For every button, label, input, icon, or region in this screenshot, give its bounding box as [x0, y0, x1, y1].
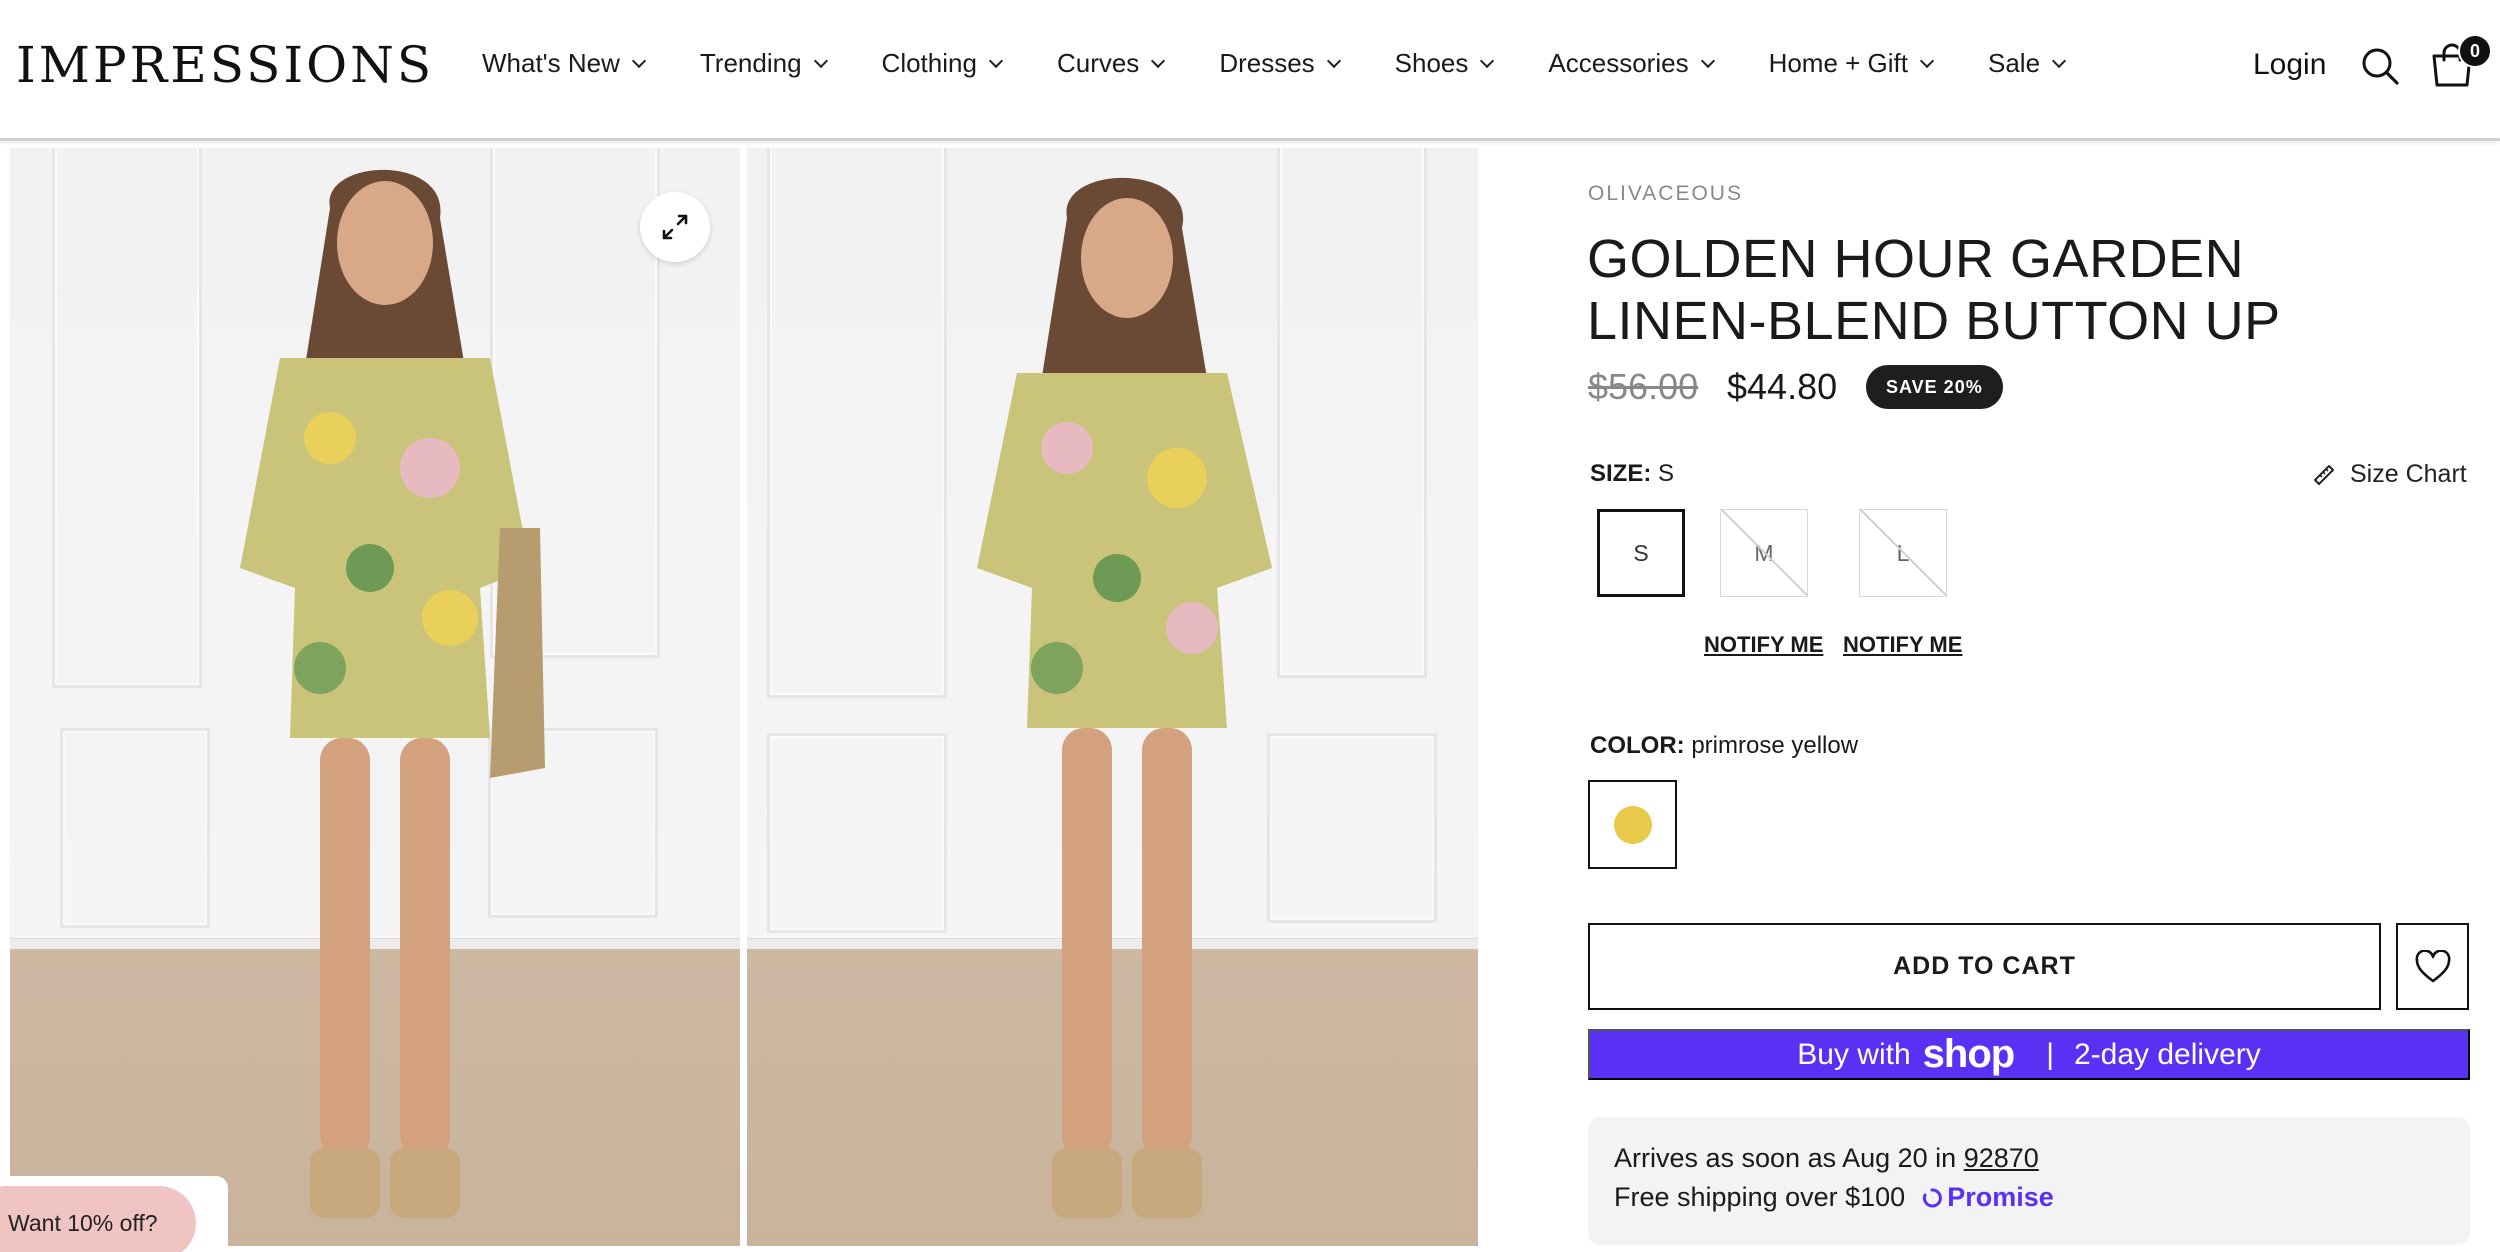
chevron-down-icon: [1151, 53, 1166, 68]
product-photo-front[interactable]: [10, 148, 740, 1246]
add-to-cart-button[interactable]: ADD TO CART: [1588, 923, 2381, 1010]
promise-badge[interactable]: Promise: [1921, 1182, 2054, 1213]
expand-image-button[interactable]: [640, 192, 710, 262]
chevron-down-icon: [813, 53, 828, 68]
color-dot: [1613, 805, 1652, 844]
product-title: GOLDEN HOUR GARDEN LINEN-BLEND BUTTON UP: [1587, 229, 2281, 351]
discount-promo-button[interactable]: Want 10% off?: [0, 1186, 196, 1252]
main-nav: What's New Trending Clothing Curves Dres…: [482, 48, 2067, 79]
size-label: SIZE: S: [1590, 460, 1675, 487]
expand-icon: [662, 214, 688, 240]
notify-me-m-link[interactable]: NOTIFY ME: [1704, 632, 1823, 658]
product-photo-side[interactable]: [747, 148, 1478, 1246]
chevron-down-icon: [1919, 53, 1935, 68]
nav-home-gift[interactable]: Home + Gift: [1769, 48, 1935, 79]
nav-dresses[interactable]: Dresses: [1219, 48, 1341, 79]
nav-trending[interactable]: Trending: [700, 48, 828, 79]
size-option-l[interactable]: L: [1859, 509, 1947, 597]
promise-icon: [1923, 1187, 1943, 1207]
size-option-s[interactable]: S: [1597, 509, 1685, 597]
nav-curves[interactable]: Curves: [1057, 48, 1166, 79]
shop-logo: shop: [1922, 1032, 2016, 1076]
color-swatch-primrose-yellow[interactable]: [1588, 780, 1677, 869]
nav-whats-new[interactable]: What's New: [482, 48, 646, 79]
model-figure: [977, 177, 1272, 1218]
search-icon[interactable]: [2360, 46, 2400, 86]
site-logo[interactable]: IMPRESSIONS: [16, 36, 434, 94]
login-link[interactable]: Login: [2253, 48, 2326, 82]
chevron-down-icon: [1480, 53, 1495, 68]
delivery-info-box: Arrives as soon as Aug 20 in 92870 Free …: [1588, 1117, 2470, 1245]
cart-count-badge: 0: [2458, 34, 2492, 68]
nav-shoes[interactable]: Shoes: [1395, 48, 1495, 79]
heart-icon: [2415, 949, 2450, 982]
product-brand[interactable]: OLIVACEOUS: [1588, 182, 1743, 206]
original-price: $56.00: [1588, 366, 1699, 407]
zip-code-link[interactable]: 92870: [1964, 1143, 2039, 1173]
ruler-icon: [2314, 464, 2334, 485]
size-chart-link[interactable]: Size Chart: [2312, 460, 2467, 489]
chevron-down-icon: [631, 53, 646, 68]
selected-size: S: [1658, 460, 1675, 487]
chevron-down-icon: [2051, 53, 2067, 68]
site-header: IMPRESSIONS What's New Trending Clothing…: [0, 0, 2500, 141]
sale-price: $44.80: [1727, 366, 1838, 407]
chevron-down-icon: [1700, 53, 1715, 68]
chevron-down-icon: [1326, 53, 1341, 68]
size-option-m[interactable]: M: [1720, 509, 1808, 597]
color-label: COLOR: primrose yellow: [1590, 732, 1859, 759]
selected-color: primrose yellow: [1691, 732, 1859, 759]
notify-me-l-link[interactable]: NOTIFY ME: [1843, 632, 1962, 658]
wishlist-button[interactable]: [2396, 923, 2469, 1010]
free-shipping-line: Free shipping over $100 Promise: [1614, 1182, 2054, 1213]
shop-pay-button[interactable]: Buy with shop | 2-day delivery: [1588, 1029, 2470, 1080]
nav-accessories[interactable]: Accessories: [1548, 48, 1715, 79]
model-figure: [240, 169, 545, 1218]
nav-sale[interactable]: Sale: [1988, 48, 2067, 79]
arrival-estimate: Arrives as soon as Aug 20 in 92870: [1614, 1143, 2039, 1173]
save-badge: SAVE 20%: [1866, 365, 2003, 409]
chevron-down-icon: [988, 53, 1004, 68]
nav-clothing[interactable]: Clothing: [882, 48, 1004, 79]
